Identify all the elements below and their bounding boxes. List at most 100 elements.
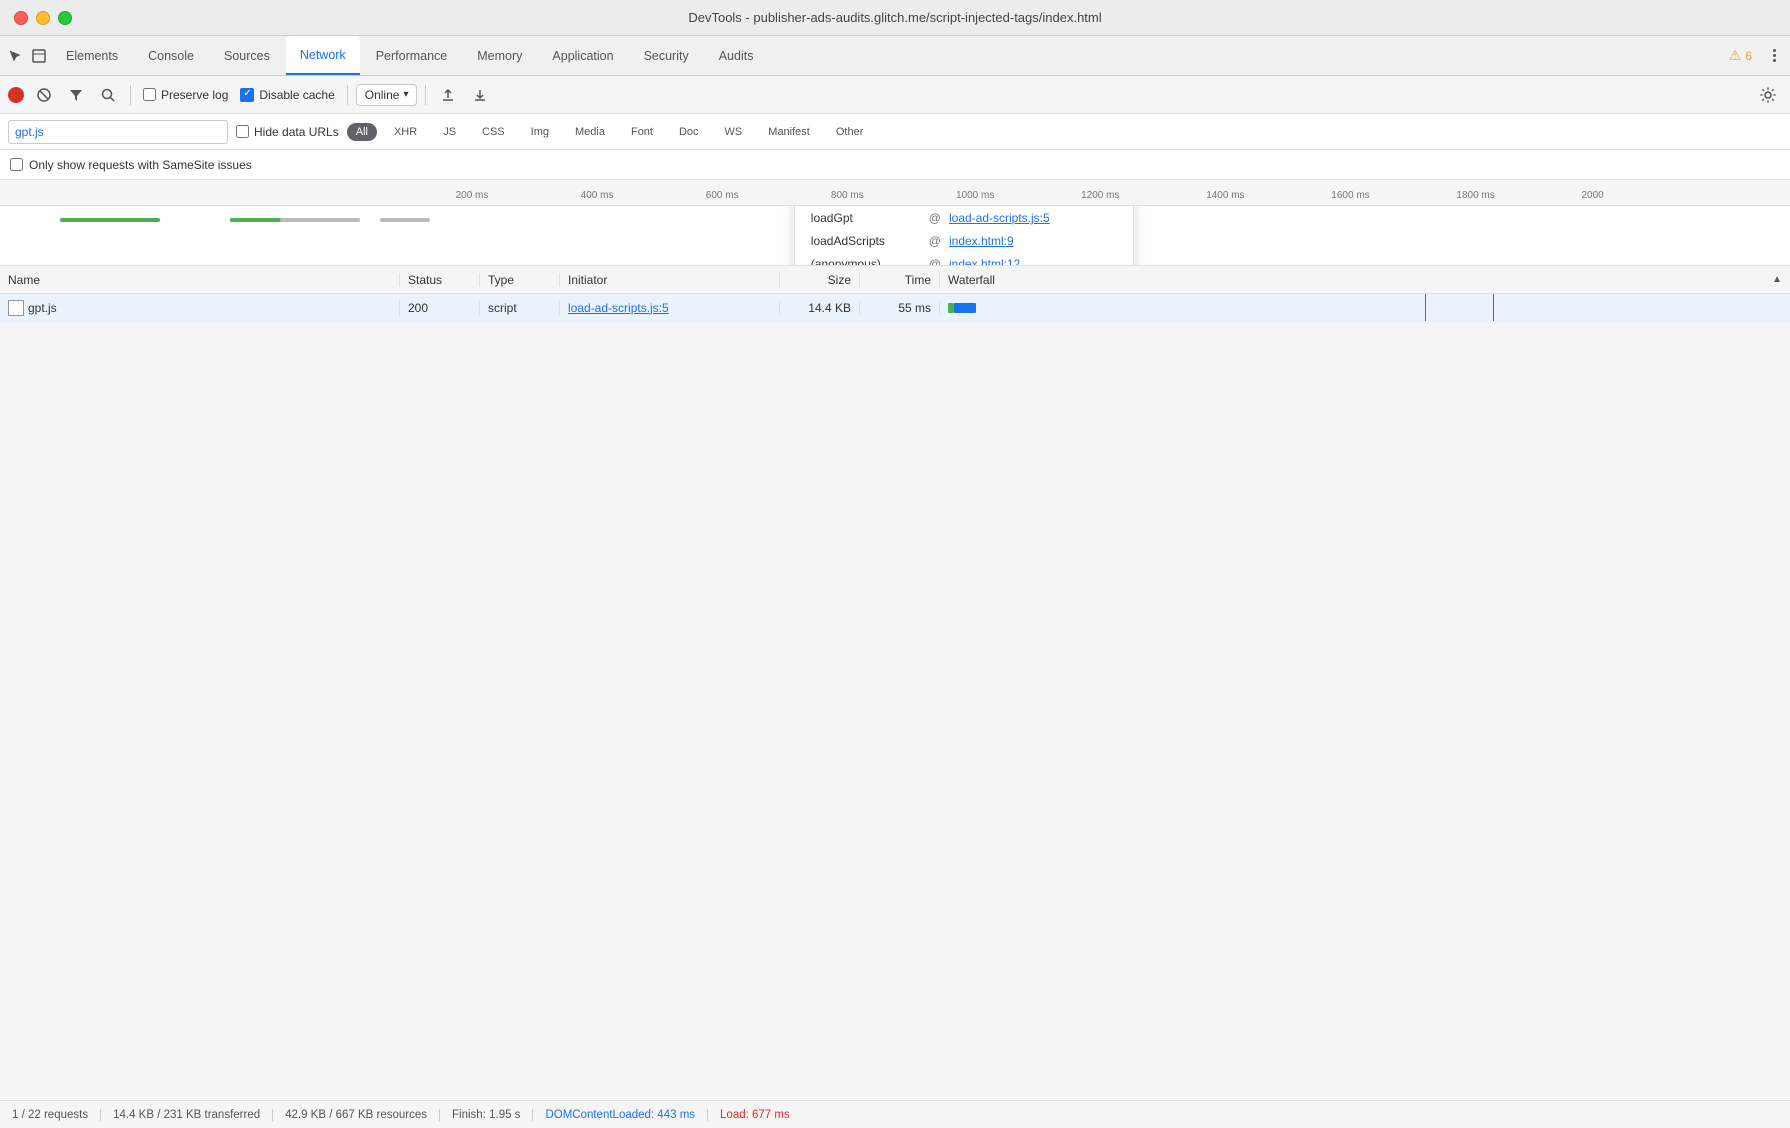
timeline-bar-gray2: [380, 218, 430, 222]
kebab-menu[interactable]: [1762, 44, 1786, 68]
filter-js-button[interactable]: JS: [434, 123, 465, 141]
tooltip-link-1[interactable]: load-ad-scripts.js:5: [949, 209, 1050, 228]
close-button[interactable]: [14, 11, 28, 25]
sort-arrow-icon: ▲: [1772, 274, 1782, 285]
filter-font-button[interactable]: Font: [622, 123, 662, 141]
dom-content-loaded-status: DOMContentLoaded: 443 ms: [533, 1109, 708, 1121]
disable-cache-checkbox[interactable]: [240, 88, 254, 102]
tick-1000ms: 1000 ms: [956, 190, 994, 201]
stop-button[interactable]: [30, 81, 58, 109]
col-header-type[interactable]: Type: [480, 273, 560, 287]
disable-cache-label[interactable]: Disable cache: [236, 88, 338, 102]
resources-size: 42.9 KB / 667 KB resources: [273, 1109, 440, 1121]
filter-manifest-button[interactable]: Manifest: [759, 123, 819, 141]
col-header-waterfall[interactable]: Waterfall ▲: [940, 273, 1790, 287]
tab-sources[interactable]: Sources: [210, 36, 284, 75]
timeline-bar-green1: [60, 218, 160, 222]
tooltip-link-2[interactable]: index.html:9: [949, 232, 1014, 251]
warning-count: 6: [1745, 49, 1752, 63]
record-button[interactable]: [8, 87, 24, 103]
settings-button[interactable]: [1754, 81, 1782, 109]
cursor-icon[interactable]: [4, 45, 26, 67]
download-button[interactable]: [466, 81, 494, 109]
col-header-time[interactable]: Time: [860, 273, 940, 287]
preserve-log-checkbox[interactable]: [143, 88, 156, 101]
hide-data-urls-label[interactable]: Hide data URLs: [236, 125, 339, 139]
window-title: DevTools - publisher-ads-audits.glitch.m…: [688, 10, 1101, 25]
requests-count: 1 / 22 requests: [12, 1109, 101, 1121]
row-time: 55 ms: [860, 301, 940, 315]
table-row[interactable]: gpt.js 200 script load-ad-scripts.js:5 1…: [0, 294, 1790, 322]
warning-badge[interactable]: ⚠ 6: [1721, 43, 1760, 68]
minimize-button[interactable]: [36, 11, 50, 25]
filter-css-button[interactable]: CSS: [473, 123, 514, 141]
network-toolbar: Preserve log Disable cache Online ▾: [0, 76, 1790, 114]
tick-2000: 2000: [1582, 190, 1604, 201]
tab-network[interactable]: Network: [286, 36, 360, 75]
warning-icon: ⚠: [1729, 47, 1742, 64]
divider3: [425, 85, 426, 105]
tooltip-row-2: loadAdScripts @ index.html:9: [811, 232, 1117, 251]
hide-data-urls-checkbox[interactable]: [236, 125, 249, 138]
divider: [130, 85, 131, 105]
tick-400ms: 400 ms: [581, 190, 614, 201]
filter-img-button[interactable]: Img: [522, 123, 558, 141]
load-status: Load: 677 ms: [708, 1109, 802, 1121]
filter-ws-button[interactable]: WS: [716, 123, 752, 141]
row-name-cell: gpt.js: [0, 300, 400, 316]
row-initiator[interactable]: load-ad-scripts.js:5: [560, 301, 780, 315]
tab-elements[interactable]: Elements: [52, 36, 132, 75]
transferred-size: 14.4 KB / 231 KB transferred: [101, 1109, 273, 1121]
row-waterfall: [940, 294, 1790, 321]
load-vline: [1493, 294, 1494, 321]
finish-time: Finish: 1.95 s: [440, 1109, 533, 1121]
timeline-bar-gray1: [280, 218, 360, 222]
filter-xhr-button[interactable]: XHR: [385, 123, 426, 141]
tick-600ms: 600 ms: [706, 190, 739, 201]
row-size: 14.4 KB: [780, 301, 860, 315]
dock-icon[interactable]: [28, 45, 50, 67]
filter-input[interactable]: [8, 120, 228, 144]
filter-media-button[interactable]: Media: [566, 123, 614, 141]
tab-bar: Elements Console Sources Network Perform…: [0, 36, 1790, 76]
tooltip-link-3[interactable]: index.html:12: [949, 255, 1020, 266]
timeline-bars: loadGpt @ load-ad-scripts.js:5 loadAdScr…: [0, 206, 1790, 266]
table-header: Name Status Type Initiator Size Time Wat…: [0, 266, 1790, 294]
tab-memory[interactable]: Memory: [463, 36, 536, 75]
tick-800ms: 800 ms: [831, 190, 864, 201]
initiator-tooltip: loadGpt @ load-ad-scripts.js:5 loadAdScr…: [794, 206, 1134, 266]
samesite-bar: Only show requests with SameSite issues: [0, 150, 1790, 180]
filter-doc-button[interactable]: Doc: [670, 123, 708, 141]
maximize-button[interactable]: [58, 11, 72, 25]
search-button[interactable]: [94, 81, 122, 109]
dom-content-loaded-vline: [1425, 294, 1426, 321]
tick-1800ms: 1800 ms: [1456, 190, 1494, 201]
wf-bar-blue: [954, 303, 976, 313]
tick-200ms: 200 ms: [456, 190, 489, 201]
row-status: 200: [400, 301, 480, 315]
tooltip-row-1: loadGpt @ load-ad-scripts.js:5: [811, 209, 1117, 228]
samesite-checkbox[interactable]: [10, 158, 23, 171]
divider2: [347, 85, 348, 105]
tab-performance[interactable]: Performance: [362, 36, 462, 75]
network-table-body: gpt.js 200 script load-ad-scripts.js:5 1…: [0, 294, 1790, 1128]
row-type: script: [480, 301, 560, 315]
col-header-status[interactable]: Status: [400, 273, 480, 287]
col-header-initiator[interactable]: Initiator: [560, 273, 780, 287]
tab-audits[interactable]: Audits: [705, 36, 768, 75]
throttle-select[interactable]: Online ▾: [356, 84, 418, 106]
col-header-size[interactable]: Size: [780, 273, 860, 287]
tab-console[interactable]: Console: [134, 36, 208, 75]
upload-button[interactable]: [434, 81, 462, 109]
filter-button[interactable]: [62, 81, 90, 109]
tooltip-row-3: (anonymous) @ index.html:12: [811, 255, 1117, 266]
filter-all-button[interactable]: All: [347, 123, 377, 141]
tab-application[interactable]: Application: [538, 36, 627, 75]
tab-security[interactable]: Security: [630, 36, 703, 75]
timeline-header: 200 ms 400 ms 600 ms 800 ms 1000 ms 1200…: [0, 180, 1790, 206]
col-header-name[interactable]: Name: [0, 273, 400, 287]
filter-other-button[interactable]: Other: [827, 123, 873, 141]
preserve-log-label[interactable]: Preserve log: [139, 88, 232, 102]
status-bar: 1 / 22 requests 14.4 KB / 231 KB transfe…: [0, 1100, 1790, 1128]
traffic-lights: [14, 11, 72, 25]
